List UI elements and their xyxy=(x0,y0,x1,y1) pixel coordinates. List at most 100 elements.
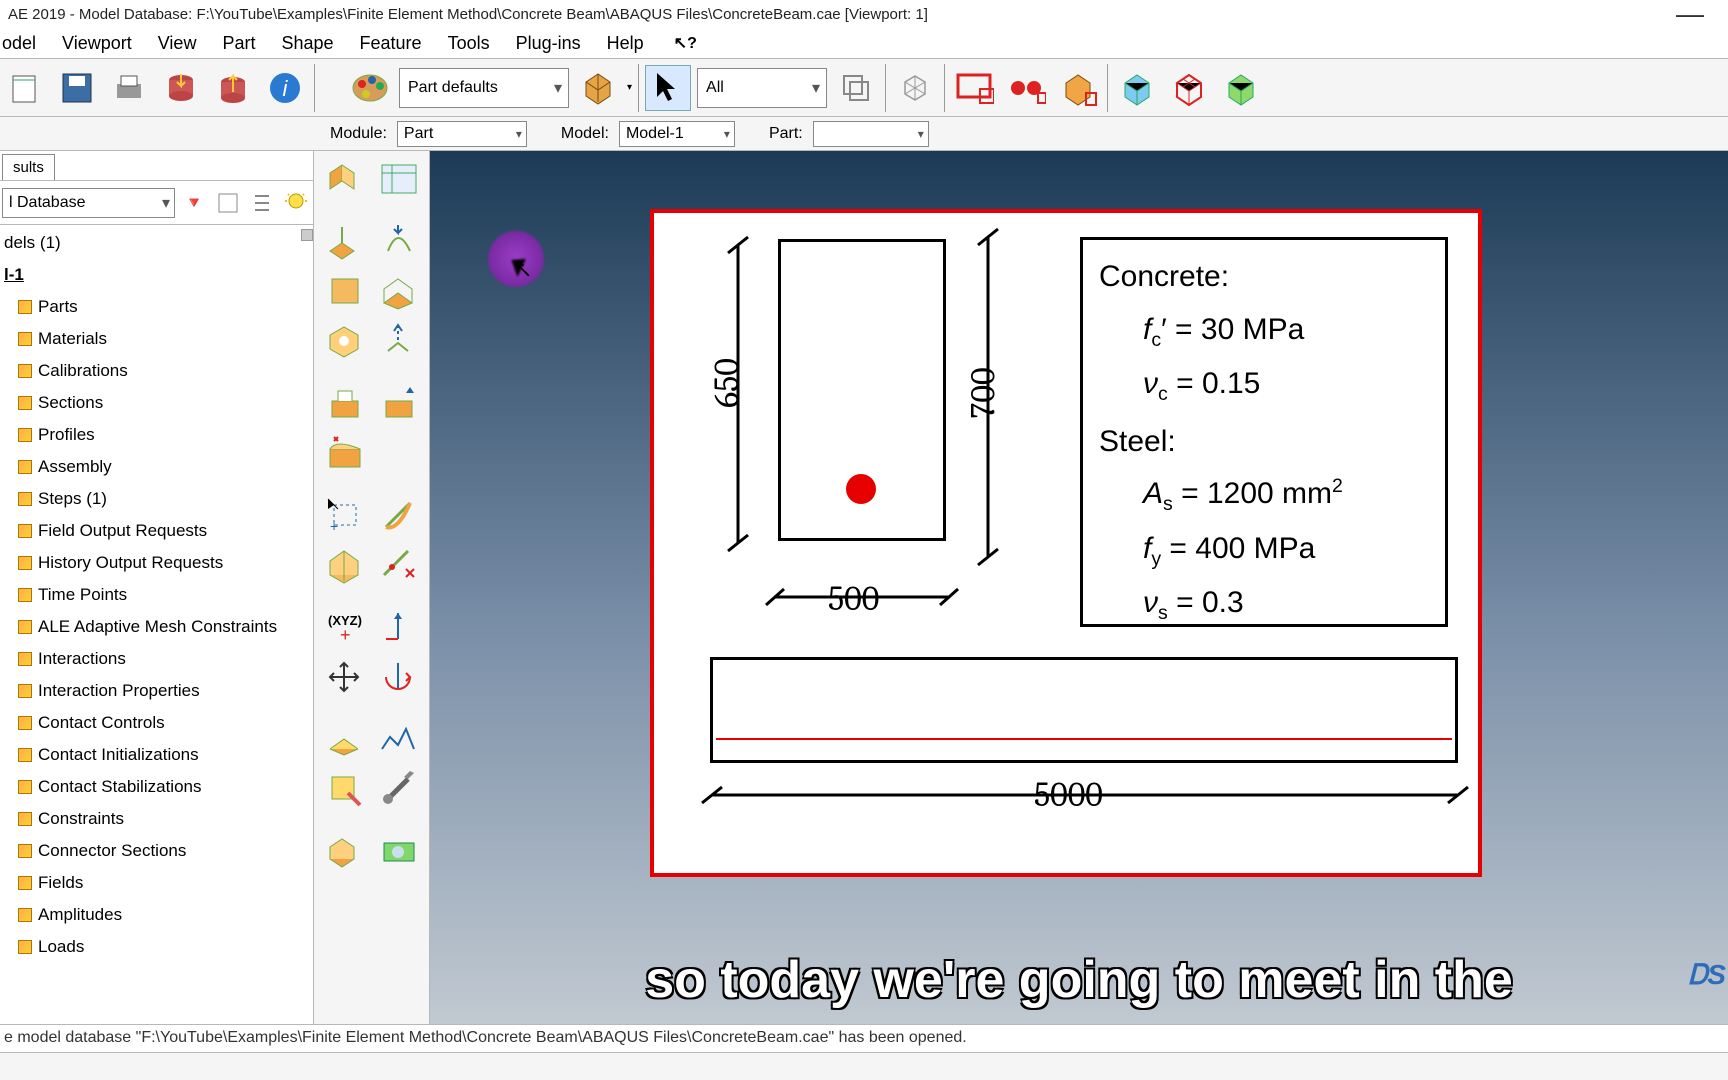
minimize-button[interactable]: — xyxy=(1660,0,1720,30)
tree-item-parts[interactable]: Parts xyxy=(16,291,313,323)
red-dots-button[interactable] xyxy=(1003,65,1049,111)
tree-scrollbar[interactable] xyxy=(301,229,313,241)
select-stack-button[interactable] xyxy=(833,65,879,111)
tree-item-time-points[interactable]: Time Points xyxy=(16,579,313,611)
menu-part[interactable]: Part xyxy=(210,31,267,56)
menu-help[interactable]: Help xyxy=(595,31,656,56)
solid-sweep-button[interactable] xyxy=(319,267,371,315)
tree-item-constraints[interactable]: Constraints xyxy=(16,803,313,835)
tree-item-contact-controls[interactable]: Contact Controls xyxy=(16,707,313,739)
export-db-button[interactable] xyxy=(210,65,256,111)
red-rect-button[interactable] xyxy=(951,65,997,111)
new-model-button[interactable] xyxy=(2,65,48,111)
tree-item-interaction-properties[interactable]: Interaction Properties xyxy=(16,675,313,707)
rotate-button[interactable] xyxy=(373,653,425,701)
database-filter-dropdown[interactable]: l Database xyxy=(2,188,175,218)
tree-item-profiles[interactable]: Profiles xyxy=(16,419,313,451)
folder-icon xyxy=(18,684,32,698)
module-dropdown[interactable]: Part xyxy=(397,121,527,147)
red-cube-button[interactable] xyxy=(1166,65,1212,111)
menubar: odel Viewport View Part Shape Feature To… xyxy=(0,28,1728,58)
filter-icon[interactable]: 🔻 xyxy=(179,188,209,218)
round-button[interactable] xyxy=(319,429,371,477)
save-button[interactable] xyxy=(54,65,100,111)
import-db-button[interactable] xyxy=(158,65,204,111)
csys-button[interactable] xyxy=(373,603,425,651)
menu-model[interactable]: odel xyxy=(0,31,48,56)
solid-loft-button[interactable] xyxy=(373,267,425,315)
model-dropdown[interactable]: Model-1 xyxy=(619,121,735,147)
part-dropdown[interactable] xyxy=(813,121,929,147)
tree-item-label: Steps (1) xyxy=(38,489,107,509)
wireframe-box-button[interactable] xyxy=(892,65,938,111)
lightbulb-icon[interactable] xyxy=(281,188,311,218)
edit-mesh-button[interactable] xyxy=(319,765,371,813)
part-defaults-dropdown[interactable]: Part defaults xyxy=(399,68,569,108)
expand-icon[interactable] xyxy=(213,188,243,218)
tree-model-1[interactable]: l-1 xyxy=(2,259,313,291)
tree-item-materials[interactable]: Materials xyxy=(16,323,313,355)
cut-extrude-button[interactable] xyxy=(319,379,371,427)
whats-this-icon[interactable]: ↖? xyxy=(662,31,709,55)
tree-item-sections[interactable]: Sections xyxy=(16,387,313,419)
render-box-button[interactable] xyxy=(575,65,621,111)
print-button[interactable] xyxy=(106,65,152,111)
menu-shape[interactable]: Shape xyxy=(269,31,345,56)
tree-item-contact-stabilizations[interactable]: Contact Stabilizations xyxy=(16,771,313,803)
tree-item-assembly[interactable]: Assembly xyxy=(16,451,313,483)
menu-plugins[interactable]: Plug-ins xyxy=(504,31,593,56)
menu-view[interactable]: View xyxy=(146,31,209,56)
selection-filter-dropdown[interactable]: All xyxy=(697,68,827,108)
elevation-rect xyxy=(710,657,1458,763)
folder-icon xyxy=(18,940,32,954)
tree-item-amplitudes[interactable]: Amplitudes xyxy=(16,899,313,931)
tree-item-label: Field Output Requests xyxy=(38,521,207,541)
part-manager-button[interactable] xyxy=(373,155,425,203)
cut-revolve-button[interactable] xyxy=(373,379,425,427)
tree-item-connector-sections[interactable]: Connector Sections xyxy=(16,835,313,867)
shell-extrude-button[interactable] xyxy=(319,317,371,365)
mesh-seed-button[interactable] xyxy=(319,715,371,763)
green-cube-button[interactable] xyxy=(1218,65,1264,111)
tree-item-ale-adaptive-mesh-constraints[interactable]: ALE Adaptive Mesh Constraints xyxy=(16,611,313,643)
tree-settings-icon[interactable] xyxy=(247,188,277,218)
results-tab[interactable]: sults xyxy=(2,154,55,180)
mesh-plot-button[interactable] xyxy=(373,715,425,763)
tree-item-contact-initializations[interactable]: Contact Initializations xyxy=(16,739,313,771)
datum-plane-button[interactable]: + xyxy=(319,491,371,539)
menu-feature[interactable]: Feature xyxy=(348,31,434,56)
cli-area[interactable] xyxy=(0,1052,1728,1080)
tree-item-fields[interactable]: Fields xyxy=(16,867,313,899)
window-titlebar: AE 2019 - Model Database: F:\YouTube\Exa… xyxy=(0,0,1728,28)
menu-tools[interactable]: Tools xyxy=(436,31,502,56)
partition-edge-button[interactable] xyxy=(373,541,425,589)
create-part-button[interactable] xyxy=(319,155,371,203)
info-button[interactable]: i xyxy=(262,65,308,111)
viewport[interactable]: ↖ 650 700 xyxy=(430,151,1728,1024)
tree-item-loads[interactable]: Loads xyxy=(16,931,313,963)
translate-button[interactable] xyxy=(319,653,371,701)
title-text: AE 2019 - Model Database: F:\YouTube\Exa… xyxy=(8,6,928,23)
menu-viewport[interactable]: Viewport xyxy=(50,31,144,56)
color-palette-button[interactable] xyxy=(347,65,393,111)
tree-item-field-output-requests[interactable]: Field Output Requests xyxy=(16,515,313,547)
datum-axis-button[interactable] xyxy=(373,491,425,539)
shell-revolve-button[interactable] xyxy=(373,317,425,365)
chamfer-button[interactable] xyxy=(373,429,425,477)
partition-cell-button[interactable] xyxy=(319,541,371,589)
assembly-cash-button[interactable] xyxy=(373,827,425,875)
solid-extrude-button[interactable] xyxy=(319,217,371,265)
solid-revolve-button[interactable] xyxy=(373,217,425,265)
select-arrow-button[interactable] xyxy=(645,65,691,111)
xyz-coord-button[interactable]: (XYZ)+ xyxy=(319,603,371,651)
tree-item-calibrations[interactable]: Calibrations xyxy=(16,355,313,387)
cyan-cube-button[interactable] xyxy=(1114,65,1160,111)
assembly-create-button[interactable] xyxy=(319,827,371,875)
tree-item-interactions[interactable]: Interactions xyxy=(16,643,313,675)
tree-item-steps-1-[interactable]: Steps (1) xyxy=(16,483,313,515)
mesh-tools-button[interactable] xyxy=(373,765,425,813)
rebar-dot xyxy=(846,474,876,504)
shaded-box-button[interactable] xyxy=(1055,65,1101,111)
tree-item-history-output-requests[interactable]: History Output Requests xyxy=(16,547,313,579)
tree-root-models[interactable]: dels (1) xyxy=(2,227,313,259)
